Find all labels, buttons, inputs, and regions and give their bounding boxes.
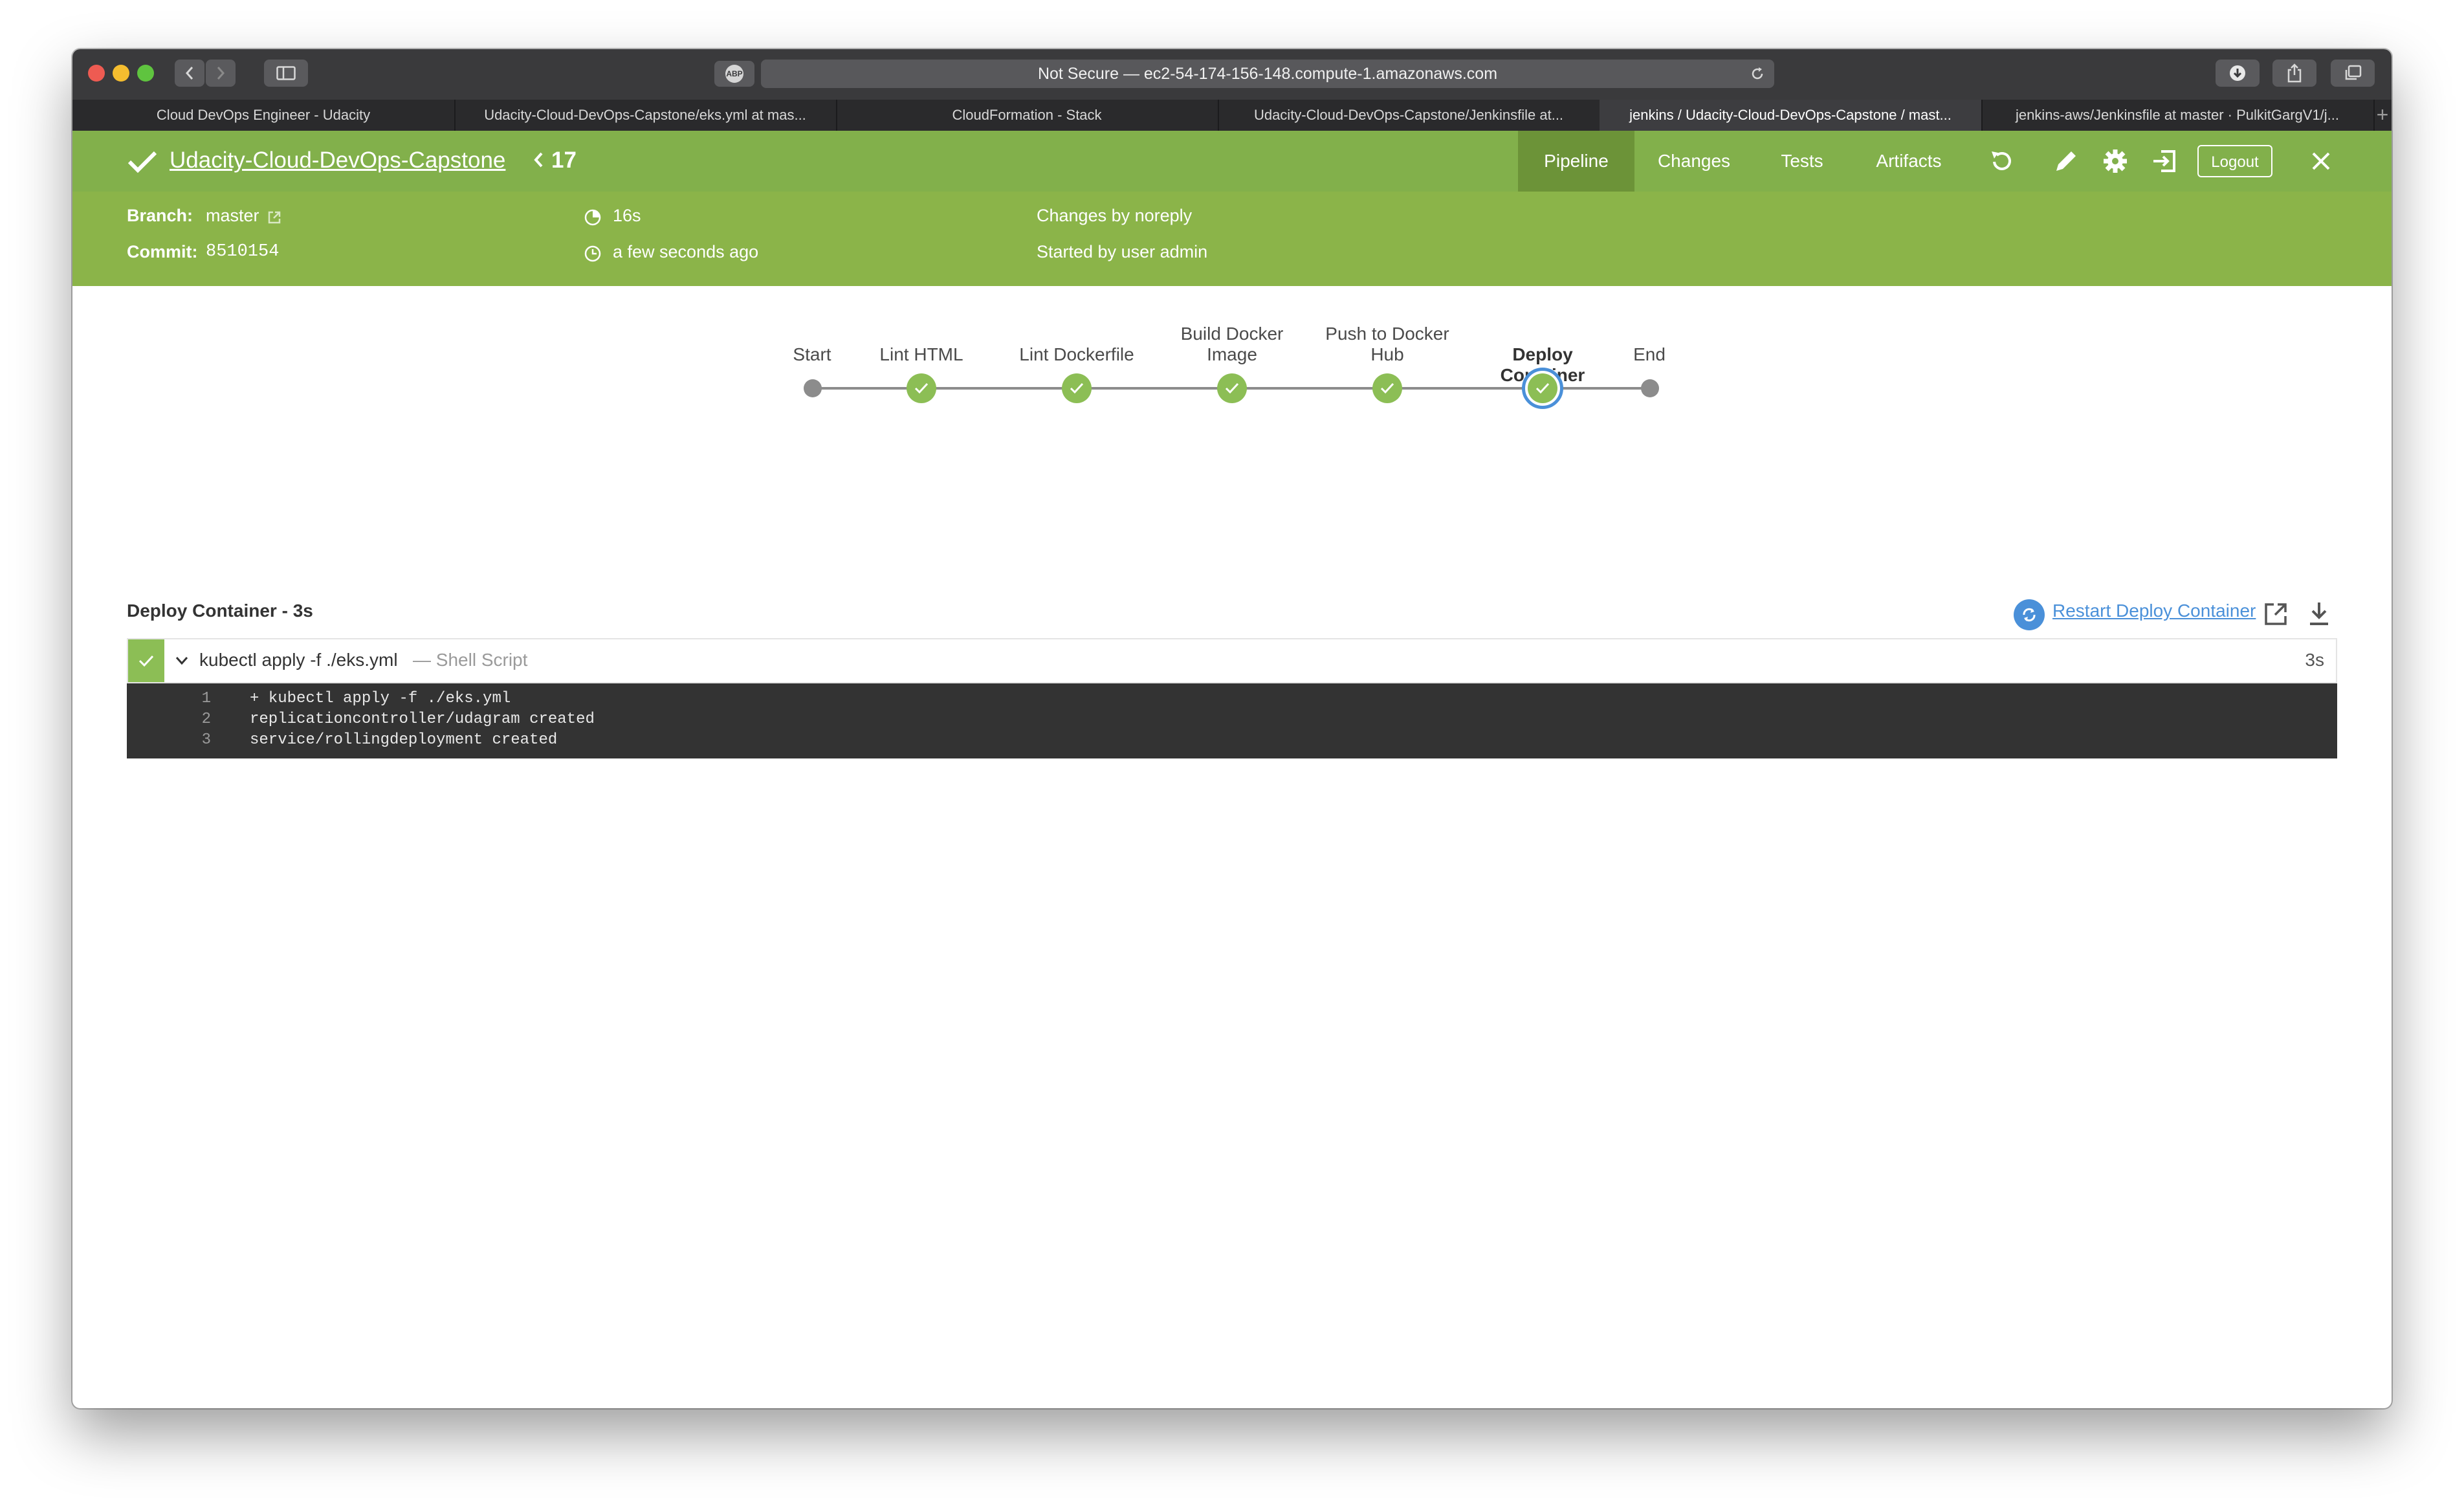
browser-titlebar: ABP Not Secure — ec2-54-174-156-148.comp… <box>72 49 2392 100</box>
duration-value: 16s <box>613 206 641 225</box>
stage-node-build-docker-image[interactable] <box>1217 373 1247 403</box>
browser-tab[interactable]: Udacity-Cloud-DevOps-Capstone/eks.yml at… <box>454 100 837 131</box>
browser-tab[interactable]: jenkins-aws/Jenkinsfile at master · Pulk… <box>1981 100 2375 131</box>
project-link[interactable]: Udacity-Cloud-DevOps-Capstone <box>170 148 505 173</box>
tab-bar: Cloud DevOps Engineer - Udacity Udacity-… <box>72 100 2392 132</box>
end-node <box>1641 379 1659 397</box>
download-log-icon[interactable] <box>2307 601 2331 626</box>
run-summary: Branch: master Commit: 8510154 16s a few… <box>72 192 2392 286</box>
browser-tab[interactable]: Cloud DevOps Engineer - Udacity <box>72 100 456 131</box>
branch-label: Branch: <box>127 206 193 225</box>
commit-label: Commit: <box>127 242 198 261</box>
step-type: — Shell Script <box>413 650 528 670</box>
stage-label-build-docker-image: Build Docker Image <box>1180 324 1284 364</box>
address-text: Not Secure — ec2-54-174-156-148.compute-… <box>1037 65 1498 83</box>
log-line-number: 2 <box>201 711 211 728</box>
address-bar[interactable]: Not Secure — ec2-54-174-156-148.compute-… <box>761 60 1774 88</box>
minimize-window-button[interactable] <box>113 65 129 82</box>
stage-node-lint-dockerfile[interactable] <box>1062 373 1092 403</box>
tab-tests[interactable]: Tests <box>1754 131 1851 192</box>
browser-tab[interactable]: Udacity-Cloud-DevOps-Capstone/Jenkinsfil… <box>1218 100 1601 131</box>
step-status-success <box>128 639 164 682</box>
log-line-number: 3 <box>201 731 211 749</box>
external-link-icon[interactable] <box>267 210 282 225</box>
tab-pipeline[interactable]: Pipeline <box>1518 131 1634 192</box>
step-duration: 3s <box>2305 650 2324 670</box>
check-icon <box>1225 382 1239 394</box>
stage-label-lint-html: Lint HTML <box>879 344 963 364</box>
check-icon <box>1380 382 1394 394</box>
tab-artifacts[interactable]: Artifacts <box>1851 131 1967 192</box>
rerun-icon[interactable] <box>1988 148 2015 175</box>
tab-changes[interactable]: Changes <box>1634 131 1754 192</box>
tab-overview-button[interactable] <box>2331 60 2375 87</box>
restart-icon[interactable] <box>2014 599 2045 630</box>
forward-button[interactable] <box>206 60 236 87</box>
step-row[interactable]: kubectl apply -f ./eks.yml — Shell Scrip… <box>127 638 2337 683</box>
stage-node-lint-html[interactable] <box>907 373 936 403</box>
log-line: + kubectl apply -f ./eks.yml <box>250 690 511 707</box>
share-icon <box>2287 63 2302 83</box>
log-line-number: 1 <box>201 690 211 707</box>
adblock-icon: ABP <box>725 65 743 83</box>
exit-icon[interactable] <box>2151 148 2178 175</box>
chevron-left-icon <box>185 67 193 80</box>
open-in-new-window-icon[interactable] <box>2263 602 2288 626</box>
run-header: Udacity-Cloud-DevOps-Capstone 17 Pipelin… <box>72 131 2392 192</box>
step-command: kubectl apply -f ./eks.yml <box>199 650 398 670</box>
check-icon <box>1070 382 1084 394</box>
log-console: 1 + kubectl apply -f ./eks.yml 2 replica… <box>127 683 2337 758</box>
download-icon <box>2230 65 2245 81</box>
check-icon <box>138 655 154 667</box>
check-icon <box>1535 382 1550 394</box>
chevron-left-icon[interactable] <box>533 151 544 168</box>
chevron-down-icon[interactable] <box>175 655 189 667</box>
tabs-icon <box>2345 65 2362 80</box>
zoom-window-button[interactable] <box>137 65 154 82</box>
stage-label-end: End <box>1633 344 1666 364</box>
gear-icon[interactable] <box>2102 148 2129 175</box>
logout-button[interactable]: Logout <box>2197 145 2272 177</box>
adblock-button[interactable]: ABP <box>714 61 754 87</box>
back-button[interactable] <box>175 60 204 87</box>
commit-hash[interactable]: 8510154 <box>206 242 279 261</box>
start-node <box>804 379 822 397</box>
reload-icon[interactable] <box>1750 66 1765 82</box>
stage-label-lint-dockerfile: Lint Dockerfile <box>1019 344 1134 364</box>
share-button[interactable] <box>2272 60 2316 87</box>
changes-text: Changes by noreply <box>1037 206 1193 225</box>
stage-label-push-to-docker-hub: Push to Docker Hub <box>1325 324 1449 364</box>
log-line: replicationcontroller/udagram created <box>250 711 595 728</box>
close-icon[interactable] <box>2307 148 2335 175</box>
chevron-right-icon <box>217 67 225 80</box>
restart-stage-link[interactable]: Restart Deploy Container <box>2052 601 2256 621</box>
sidebar-toggle-button[interactable] <box>264 60 308 87</box>
stage-node-deploy-container-selected[interactable] <box>1522 368 1563 409</box>
close-window-button[interactable] <box>88 65 105 82</box>
duration-icon <box>584 209 601 226</box>
clock-icon <box>584 245 601 262</box>
stage-detail-title: Deploy Container - 3s <box>127 601 313 621</box>
started-by-text: Started by user admin <box>1037 242 1208 261</box>
run-number: 17 <box>551 148 577 173</box>
new-tab-button[interactable]: + <box>2373 100 2392 131</box>
browser-window: ABP Not Secure — ec2-54-174-156-148.comp… <box>72 49 2392 1408</box>
downloads-button[interactable] <box>2216 60 2260 87</box>
log-line: service/rollingdeployment created <box>250 731 558 749</box>
browser-tab-active[interactable]: jenkins / Udacity-Cloud-DevOps-Capstone … <box>1600 100 1983 131</box>
stage-node-push-to-docker-hub[interactable] <box>1372 373 1402 403</box>
sidebar-icon <box>276 66 296 80</box>
check-icon <box>914 382 929 394</box>
browser-tab[interactable]: CloudFormation - Stack <box>836 100 1219 131</box>
branch-value: master <box>206 206 259 225</box>
started-time: a few seconds ago <box>613 242 759 261</box>
edit-icon[interactable] <box>2052 148 2080 175</box>
success-check-icon <box>127 151 157 173</box>
